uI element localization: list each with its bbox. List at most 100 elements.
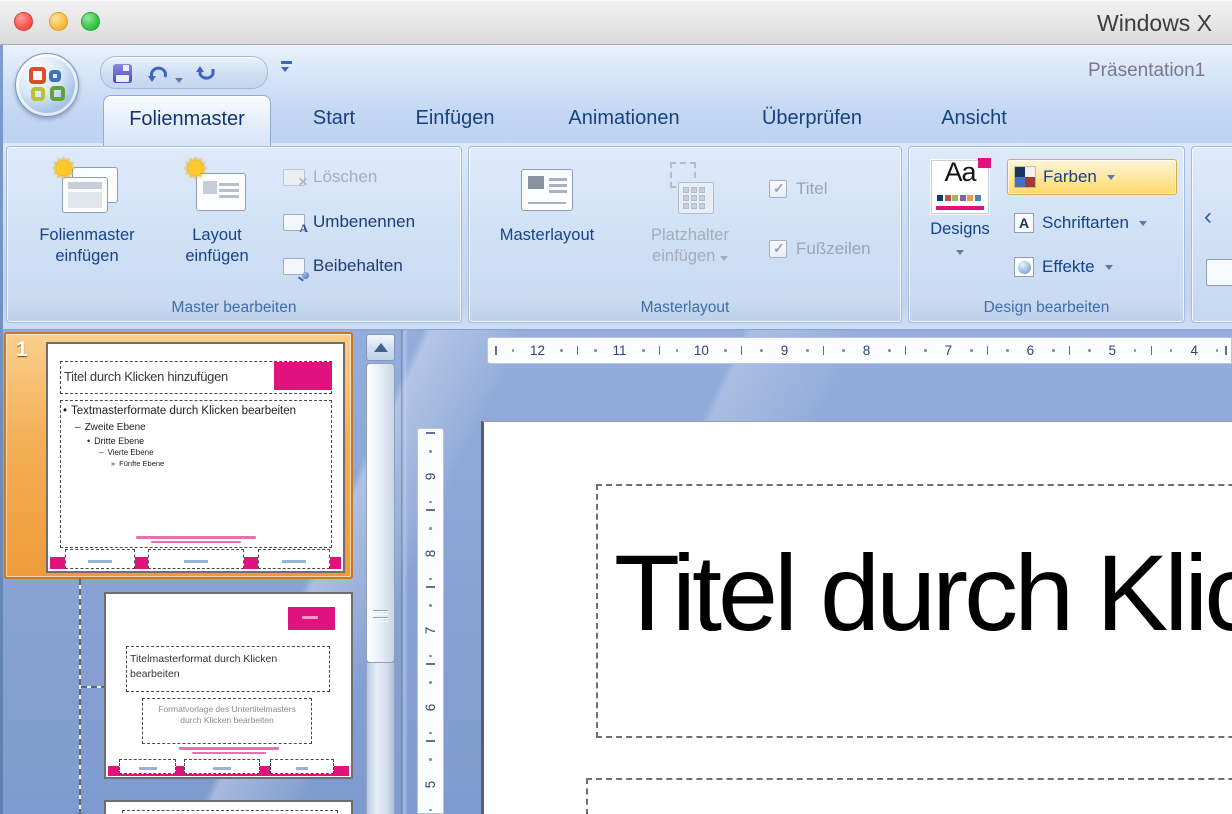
layout-tree-connector	[79, 579, 81, 814]
close-window-button[interactable]	[14, 12, 33, 31]
slidenumber-placeholder	[270, 759, 334, 774]
undo-icon	[146, 64, 170, 84]
insert-placeholder-icon	[662, 162, 718, 218]
ribbon-tabs: Folienmaster Start Einfügen Animationen …	[0, 95, 1232, 143]
customize-qat-button[interactable]	[278, 59, 296, 79]
insert-layout-icon	[186, 161, 248, 219]
triangle-up-icon	[374, 343, 388, 352]
master-layout-button[interactable]: Masterlayout	[477, 155, 617, 246]
title-checkbox[interactable]: Titel	[769, 179, 828, 199]
thumbnail-scrollbar-track[interactable]	[366, 663, 395, 814]
rename-master-button[interactable]: A Umbenennen	[283, 206, 415, 238]
tab-ueberpruefen[interactable]: Überprüfen	[742, 95, 882, 143]
chevron-down-icon	[956, 250, 964, 255]
save-button[interactable]	[109, 62, 135, 85]
decorative-footer-text	[179, 747, 279, 754]
chevron-down-icon	[1107, 175, 1115, 180]
horizontal-ruler: 12 11 10 9 8 7 6 5 4	[487, 337, 1232, 364]
checkbox-checked-icon	[769, 240, 787, 258]
insert-slide-master-icon	[54, 161, 120, 219]
slide-number: 1	[16, 338, 28, 362]
scrollbar-grip-icon	[373, 610, 388, 624]
group-master-bearbeiten: Folienmaster einfügen Layout einfügen	[6, 146, 462, 323]
save-icon	[113, 64, 132, 83]
app-header: Präsentation1 Folienmaster Start Einfüge…	[0, 45, 1232, 143]
tab-ansicht[interactable]: Ansicht	[922, 95, 1026, 143]
chevron-down-icon	[1105, 265, 1113, 270]
chevron-down-icon	[1139, 221, 1147, 226]
office-button[interactable]	[15, 53, 79, 117]
group-label: Master bearbeiten	[8, 295, 460, 321]
title-placeholder	[122, 810, 338, 814]
group-label: Design bearbeiten	[910, 295, 1183, 321]
insert-slide-master-button[interactable]: Folienmaster einfügen	[17, 155, 157, 267]
themes-button[interactable]: Aa Designs	[917, 155, 1003, 261]
slide-canvas: Titel durch Klicken hinzufügen Textmaste…	[481, 421, 1232, 814]
thumbnail-slide-master[interactable]: 1 Titel durch Klicken hinzufügen •Textma…	[4, 332, 353, 579]
body-placeholder[interactable]: Textmasterformate durch Klicken bearbeit…	[586, 778, 1232, 814]
title-placeholder: Titelmasterformat durch Klicken bearbeit…	[126, 646, 330, 692]
preserve-icon	[283, 258, 305, 275]
screenshot-root: Windows X	[0, 0, 1232, 814]
undo-dropdown[interactable]	[175, 70, 185, 80]
chevron-left-icon: ‹	[1204, 203, 1212, 231]
workspace: 1 Titel durch Klicken hinzufügen •Textma…	[0, 330, 1232, 814]
checkbox-checked-icon	[769, 180, 787, 198]
master-layout-icon	[521, 169, 573, 211]
minimize-window-button[interactable]	[49, 12, 68, 31]
theme-effects-button[interactable]: Effekte	[1007, 249, 1177, 285]
group-label: Masterlayout	[470, 295, 900, 321]
insert-placeholder-button[interactable]: Platzhalter einfügen	[619, 155, 761, 267]
redo-icon	[194, 64, 218, 84]
slide-master-preview: Titel durch Klicken hinzufügen •Textmast…	[46, 342, 345, 573]
vertical-ruler: 9 8 7 6 5	[417, 428, 444, 814]
body-placeholder: •Textmasterformate durch Klicken bearbei…	[60, 400, 332, 548]
date-placeholder	[65, 549, 135, 569]
window-frame-edge	[0, 45, 3, 814]
quick-access-toolbar	[100, 56, 268, 89]
thumbnail-next-layout[interactable]	[104, 800, 353, 814]
rename-icon: A	[283, 214, 305, 231]
insert-layout-button[interactable]: Layout einfügen	[159, 155, 275, 267]
theme-accent-shape	[274, 362, 332, 390]
group-masterlayout: Masterlayout Platzhalter einfügen Titel	[468, 146, 902, 323]
footer-placeholder	[184, 759, 260, 774]
theme-colors-icon	[1015, 167, 1035, 187]
footer-placeholder	[148, 549, 244, 569]
title-placeholder-text: Titel durch Klicken hinzufügen	[614, 530, 1232, 656]
slidenumber-placeholder	[258, 549, 330, 569]
document-title: Präsentation1	[1088, 60, 1205, 82]
group-design-bearbeiten: Aa Designs Farben	[908, 146, 1185, 323]
themes-icon: Aa	[931, 160, 989, 214]
zoom-window-button[interactable]	[81, 12, 100, 31]
theme-effects-icon	[1014, 257, 1034, 277]
date-placeholder	[119, 759, 176, 774]
undo-button[interactable]	[145, 62, 171, 85]
theme-colors-button[interactable]: Farben	[1007, 159, 1177, 195]
subtitle-placeholder: Formatvorlage des Untertitelmasters durc…	[142, 698, 312, 744]
delete-master-button[interactable]: ✕ Löschen	[283, 161, 377, 193]
mac-titlebar: Windows X	[0, 0, 1232, 45]
scroll-up-button[interactable]	[366, 334, 395, 361]
delete-icon: ✕	[283, 169, 305, 186]
layout-tree-connector	[81, 686, 104, 688]
footer-checkbox[interactable]: Fußzeilen	[769, 239, 871, 259]
theme-fonts-icon: A	[1014, 213, 1034, 233]
customize-qat-icon	[281, 61, 292, 64]
thumbnail-title-layout[interactable]: Titelmasterformat durch Klicken bearbeit…	[104, 592, 353, 779]
redo-button[interactable]	[193, 62, 219, 85]
office-logo-icon	[29, 67, 46, 84]
title-placeholder[interactable]: Titel durch Klicken hinzufügen	[596, 484, 1232, 738]
tab-start[interactable]: Start	[288, 95, 380, 143]
window-title: Windows X	[1097, 10, 1212, 37]
thumbnail-scrollbar-thumb[interactable]	[366, 363, 395, 663]
pane-divider[interactable]	[401, 330, 408, 814]
theme-fonts-button[interactable]: A Schriftarten	[1007, 205, 1177, 241]
preserve-master-button[interactable]: Beibehalten	[283, 250, 403, 282]
decorative-footer-text	[136, 536, 256, 543]
tab-animationen[interactable]: Animationen	[548, 95, 700, 143]
tab-folienmaster[interactable]: Folienmaster	[103, 95, 271, 146]
partial-button[interactable]	[1206, 259, 1232, 286]
tab-einfuegen[interactable]: Einfügen	[398, 95, 512, 143]
group-partial-right: ‹	[1191, 146, 1232, 323]
